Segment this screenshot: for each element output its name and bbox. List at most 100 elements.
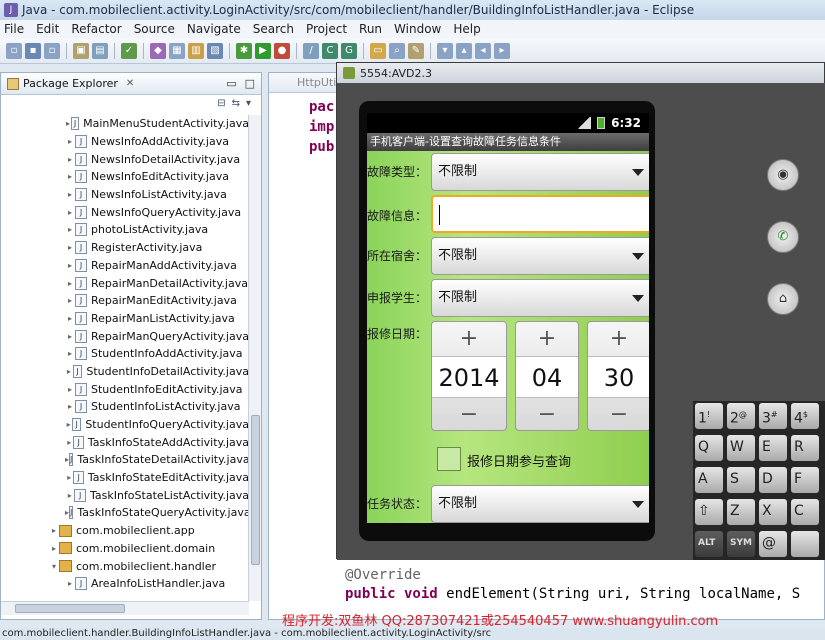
menu-search[interactable]: Search xyxy=(253,22,294,36)
collapse-all-icon[interactable]: ⊟ xyxy=(217,98,225,109)
back-icon[interactable]: ◂ xyxy=(475,42,491,59)
build-icon[interactable]: ▣ xyxy=(73,42,89,59)
expand-icon[interactable]: ▸ xyxy=(65,190,75,199)
tree-row[interactable]: ▸ J RegisterActivity.java xyxy=(1,239,249,257)
maximize-icon[interactable]: □ xyxy=(245,77,255,90)
alt-key[interactable]: ALT xyxy=(695,531,723,557)
pen-icon[interactable]: / xyxy=(303,42,319,59)
tree-row[interactable]: ▸ J NewsInfoListActivity.java xyxy=(1,186,249,204)
expand-icon[interactable]: ▸ xyxy=(65,314,75,323)
expand-icon[interactable]: ▸ xyxy=(49,526,59,535)
tree-row[interactable]: ▸ J RepairManQueryActivity.java xyxy=(1,327,249,345)
date-filter-checkbox[interactable] xyxy=(437,447,461,471)
space-key[interactable] xyxy=(791,531,819,557)
expand-icon[interactable]: ▸ xyxy=(65,261,75,270)
plus-icon[interactable]: + xyxy=(588,322,649,356)
expand-icon[interactable]: ▸ xyxy=(65,332,75,341)
key[interactable]: W xyxy=(727,435,755,461)
key[interactable]: R xyxy=(791,435,819,461)
minus-icon[interactable]: − xyxy=(588,398,649,432)
tree-row[interactable]: ▸ J NewsInfoDetailActivity.java xyxy=(1,150,249,168)
expand-icon[interactable]: ▸ xyxy=(65,367,73,376)
new-class-icon[interactable]: C xyxy=(322,42,338,59)
expand-icon[interactable]: ▸ xyxy=(65,296,75,305)
new-icon[interactable]: ▫ xyxy=(6,42,22,59)
tree-row[interactable]: ▸ J RepairManEditActivity.java xyxy=(1,292,249,310)
menu-run[interactable]: Run xyxy=(359,22,382,36)
month-picker[interactable]: + 04 − xyxy=(515,321,579,431)
home-icon[interactable]: ⌂ xyxy=(767,283,799,315)
expand-icon[interactable]: ▸ xyxy=(65,385,75,394)
minimize-icon[interactable]: ▭ xyxy=(226,77,236,90)
dorm-spinner[interactable]: 不限制 xyxy=(431,237,649,275)
date-filter-label[interactable]: 报修日期参与查询 xyxy=(467,451,571,470)
scrollbar-thumb[interactable] xyxy=(251,415,260,565)
tree-row[interactable]: ▸ JphotoListActivity.java xyxy=(1,221,249,239)
expand-icon[interactable]: ▸ xyxy=(65,473,73,482)
key[interactable]: C xyxy=(791,499,819,525)
expand-icon[interactable]: ▸ xyxy=(65,208,75,217)
day-picker[interactable]: + 30 − xyxy=(587,321,649,431)
tree-row[interactable]: ▸ J MainMenuStudentActivity.java xyxy=(1,115,249,133)
tree-row[interactable]: ▸ J StudentInfoListActivity.java xyxy=(1,398,249,416)
tree-row[interactable]: ▸ J TaskInfoStateEditActivity.java xyxy=(1,469,249,487)
tree-row-package[interactable]: ▾ com.mobileclient.handler xyxy=(1,557,249,575)
expand-icon[interactable]: ▸ xyxy=(65,225,75,234)
tree-row-package[interactable]: ▸ com.mobileclient.app xyxy=(1,522,249,540)
tree-row[interactable]: ▸ J AreaInfoListHandler.java xyxy=(1,575,249,593)
key[interactable]: @ xyxy=(759,531,787,557)
expand-icon[interactable]: ▸ xyxy=(65,137,75,146)
key[interactable]: 1! xyxy=(695,403,723,429)
expand-icon[interactable]: ▸ xyxy=(65,438,73,447)
month-value[interactable]: 04 xyxy=(516,356,578,398)
tree-row[interactable]: ▸ J TaskInfoStateQueryActivity.java xyxy=(1,504,249,522)
save-icon[interactable]: ▪ xyxy=(25,42,41,59)
print-icon[interactable]: ▫ xyxy=(44,42,60,59)
external-tools-icon[interactable]: ● xyxy=(274,42,290,59)
menu-project[interactable]: Project xyxy=(306,22,347,36)
call-icon[interactable]: ✆ xyxy=(767,221,799,253)
pencil-icon[interactable]: ✎ xyxy=(408,42,424,59)
device-screen[interactable]: 6:32 手机客户端-设置查询故障任务信息条件 故障类型： 不限制 故障信息： … xyxy=(367,113,649,523)
expand-icon[interactable]: ▸ xyxy=(65,155,75,164)
key[interactable]: E xyxy=(759,435,787,461)
debug-icon[interactable]: ✱ xyxy=(236,42,252,59)
search-icon[interactable]: ⌕ xyxy=(389,42,405,59)
tree-row[interactable]: ▸ J NewsInfoAddActivity.java xyxy=(1,133,249,151)
menu-help[interactable]: Help xyxy=(453,22,480,36)
xml-icon[interactable]: ▧ xyxy=(207,42,223,59)
year-value[interactable]: 2014 xyxy=(432,356,506,398)
fault-info-input[interactable] xyxy=(431,195,649,233)
key[interactable]: X xyxy=(759,499,787,525)
tree-row[interactable]: ▸ J TaskInfoStateDetailActivity.java xyxy=(1,451,249,469)
collapse-icon[interactable]: ▾ xyxy=(49,562,59,571)
tree-row[interactable]: ▸ J StudentInfoEditActivity.java xyxy=(1,380,249,398)
android-sdk-icon[interactable]: ◆ xyxy=(150,42,166,59)
student-spinner[interactable]: 不限制 xyxy=(431,279,649,317)
menu-edit[interactable]: Edit xyxy=(36,22,59,36)
day-value[interactable]: 30 xyxy=(588,356,649,398)
tree-horizontal-scrollbar[interactable] xyxy=(1,601,249,615)
menu-window[interactable]: Window xyxy=(394,22,441,36)
shift-key[interactable]: ⇧ xyxy=(695,499,723,525)
close-icon[interactable]: ✕ xyxy=(126,78,134,89)
expand-icon[interactable]: ▸ xyxy=(65,579,75,588)
tree-vertical-scrollbar[interactable] xyxy=(248,115,261,601)
key[interactable]: Z xyxy=(727,499,755,525)
run-icon[interactable]: ▶ xyxy=(255,42,271,59)
minus-icon[interactable]: − xyxy=(432,398,506,432)
tree-row[interactable]: ▸ J StudentInfoQueryActivity.java xyxy=(1,416,249,434)
next-annotation-icon[interactable]: ▾ xyxy=(437,42,453,59)
tree-row[interactable]: ▸ J TaskInfoStateAddActivity.java xyxy=(1,433,249,451)
scrollbar-thumb[interactable] xyxy=(15,604,125,613)
expand-icon[interactable]: ▸ xyxy=(65,279,75,288)
key[interactable]: 3# xyxy=(759,403,787,429)
link-editor-icon[interactable]: ⇆ xyxy=(232,98,240,109)
plus-icon[interactable]: + xyxy=(516,322,578,356)
menu-source[interactable]: Source xyxy=(134,22,175,36)
expand-icon[interactable]: ▸ xyxy=(65,243,75,252)
tree-row[interactable]: ▸ J StudentInfoDetailActivity.java xyxy=(1,363,249,381)
tree-row[interactable]: ▸ J RepairManDetailActivity.java xyxy=(1,274,249,292)
tree-row[interactable]: ▸ J StudentInfoAddActivity.java xyxy=(1,345,249,363)
expand-icon[interactable]: ▸ xyxy=(65,172,75,181)
